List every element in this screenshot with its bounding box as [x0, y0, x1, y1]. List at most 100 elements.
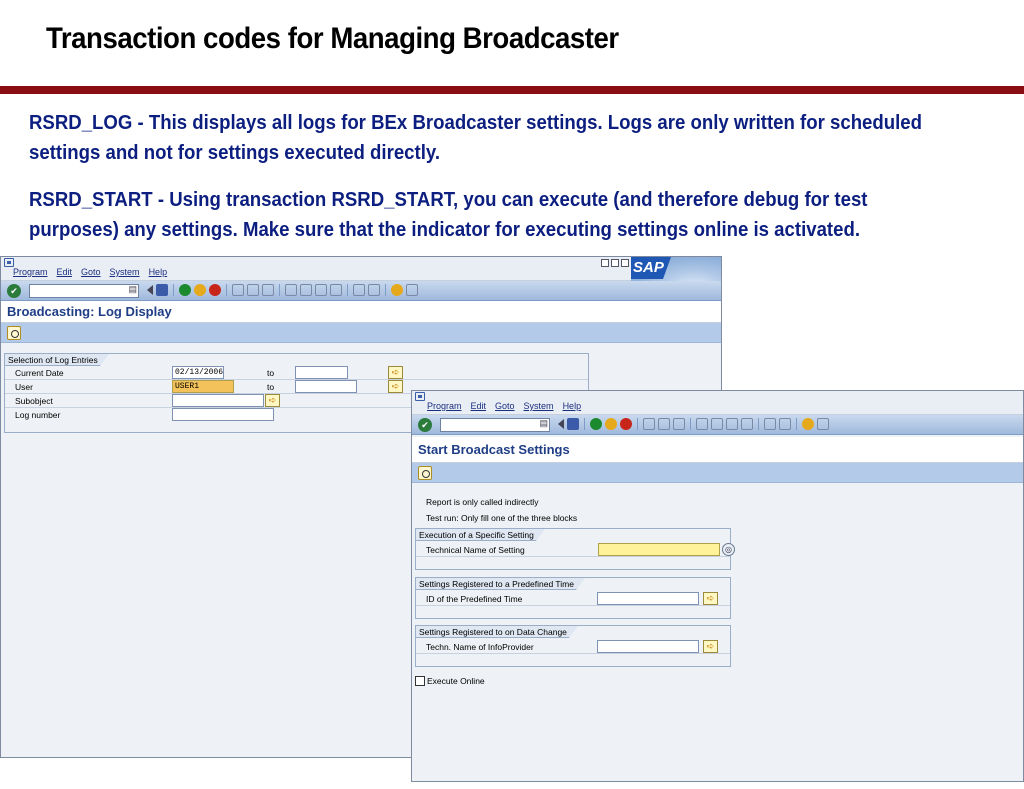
back-icon[interactable]: [179, 284, 191, 296]
system-toolbar: ✔: [1, 281, 721, 301]
specific-setting-group: Execution of a Specific Setting Technica…: [415, 528, 735, 570]
save-icon[interactable]: [156, 284, 168, 296]
user-from-field[interactable]: USER1: [172, 380, 234, 393]
form-row: ID of the Predefined Time ➪: [416, 592, 730, 606]
back-arrow-icon[interactable]: [558, 419, 564, 429]
infoprovider-label: Techn. Name of InfoProvider: [426, 642, 534, 652]
menu-help[interactable]: Help: [563, 401, 582, 411]
exit-icon[interactable]: [194, 284, 206, 296]
multiple-selection-arrow-icon[interactable]: ➪: [703, 592, 718, 605]
find-next-icon[interactable]: [262, 284, 274, 296]
print-icon[interactable]: [643, 418, 655, 430]
subobject-field[interactable]: [172, 394, 264, 407]
user-label: User: [15, 382, 33, 392]
log-number-label: Log number: [15, 410, 61, 420]
menu-program[interactable]: Program: [427, 401, 462, 411]
form-row: Technical Name of Setting ◎: [416, 543, 735, 557]
technical-name-label: Technical Name of Setting: [426, 545, 525, 555]
start-broadcast-window: Program Edit Goto System Help ✔ ▤ Start …: [411, 390, 1024, 782]
toolbar-separator: [584, 418, 585, 430]
previous-page-icon[interactable]: [300, 284, 312, 296]
toolbar-separator: [796, 418, 797, 430]
find-icon[interactable]: [247, 284, 259, 296]
predefined-time-field[interactable]: [597, 592, 699, 605]
execute-online-checkbox[interactable]: [415, 676, 425, 686]
enter-icon[interactable]: ✔: [418, 418, 432, 432]
current-date-from-field[interactable]: 02/13/2006: [172, 366, 224, 379]
execute-icon[interactable]: [418, 466, 432, 480]
menu-system[interactable]: System: [110, 267, 140, 277]
menu-system[interactable]: System: [524, 401, 554, 411]
save-icon[interactable]: [567, 418, 579, 430]
minimize-icon[interactable]: [601, 259, 609, 267]
infoprovider-field[interactable]: [597, 640, 699, 653]
shortcut-icon[interactable]: [368, 284, 380, 296]
next-page-icon[interactable]: [726, 418, 738, 430]
multiple-selection-arrow-icon[interactable]: ➪: [388, 366, 403, 379]
window-menu-icon[interactable]: [4, 258, 14, 267]
form-row: Current Date 02/13/2006 to ➪: [5, 366, 588, 380]
command-field[interactable]: [440, 418, 550, 432]
menu-goto[interactable]: Goto: [495, 401, 515, 411]
multiple-selection-arrow-icon[interactable]: ➪: [388, 380, 403, 393]
first-page-icon[interactable]: [696, 418, 708, 430]
toolbar-separator: [637, 418, 638, 430]
toolbar-separator: [173, 284, 174, 296]
group-title: Selection of Log Entries: [4, 353, 110, 366]
last-page-icon[interactable]: [330, 284, 342, 296]
toolbar-separator: [385, 284, 386, 296]
maximize-icon[interactable]: [611, 259, 619, 267]
slide-title: Transaction codes for Managing Broadcast…: [46, 22, 619, 55]
system-toolbar: ✔: [412, 415, 1023, 435]
back-icon[interactable]: [590, 418, 602, 430]
value-help-icon[interactable]: ◎: [722, 543, 735, 556]
menu-edit[interactable]: Edit: [57, 267, 73, 277]
sap-logo-text: SAP: [633, 259, 664, 276]
toolbar-separator: [758, 418, 759, 430]
layout-menu-icon[interactable]: [406, 284, 418, 296]
to-label: to: [267, 368, 275, 378]
shortcut-icon[interactable]: [779, 418, 791, 430]
toolbar-separator: [279, 284, 280, 296]
new-session-icon[interactable]: [353, 284, 365, 296]
find-icon[interactable]: [658, 418, 670, 430]
help-icon[interactable]: [391, 284, 403, 296]
exit-icon[interactable]: [605, 418, 617, 430]
log-number-field[interactable]: [172, 408, 274, 421]
find-next-icon[interactable]: [673, 418, 685, 430]
form-row: Techn. Name of InfoProvider ➪: [416, 640, 730, 654]
toolbar-separator: [226, 284, 227, 296]
window-menu-icon[interactable]: [415, 392, 425, 401]
execute-online-label: Execute Online: [427, 676, 485, 686]
multiple-selection-arrow-icon[interactable]: ➪: [265, 394, 280, 407]
first-page-icon[interactable]: [285, 284, 297, 296]
print-icon[interactable]: [232, 284, 244, 296]
cancel-icon[interactable]: [209, 284, 221, 296]
menu-help[interactable]: Help: [149, 267, 168, 277]
predefined-time-group: Settings Registered to a Predefined Time…: [415, 577, 731, 619]
last-page-icon[interactable]: [741, 418, 753, 430]
execute-icon[interactable]: [7, 326, 21, 340]
previous-page-icon[interactable]: [711, 418, 723, 430]
technical-name-field[interactable]: [598, 543, 720, 556]
subobject-label: Subobject: [15, 396, 53, 406]
menu-program[interactable]: Program: [13, 267, 48, 277]
user-to-field[interactable]: [295, 380, 357, 393]
menu-edit[interactable]: Edit: [471, 401, 487, 411]
cancel-icon[interactable]: [620, 418, 632, 430]
current-date-to-field[interactable]: [295, 366, 348, 379]
application-toolbar: [412, 463, 1023, 483]
enter-icon[interactable]: ✔: [7, 284, 21, 298]
close-icon[interactable]: [621, 259, 629, 267]
next-page-icon[interactable]: [315, 284, 327, 296]
menu-goto[interactable]: Goto: [81, 267, 101, 277]
info-text-test-run: Test run: Only fill one of the three blo…: [426, 513, 578, 523]
back-arrow-icon[interactable]: [147, 285, 153, 295]
current-date-label: Current Date: [15, 368, 64, 378]
multiple-selection-arrow-icon[interactable]: ➪: [703, 640, 718, 653]
group-title: Execution of a Specific Setting: [415, 528, 546, 541]
command-field[interactable]: [29, 284, 139, 298]
help-icon[interactable]: [802, 418, 814, 430]
new-session-icon[interactable]: [764, 418, 776, 430]
layout-menu-icon[interactable]: [817, 418, 829, 430]
